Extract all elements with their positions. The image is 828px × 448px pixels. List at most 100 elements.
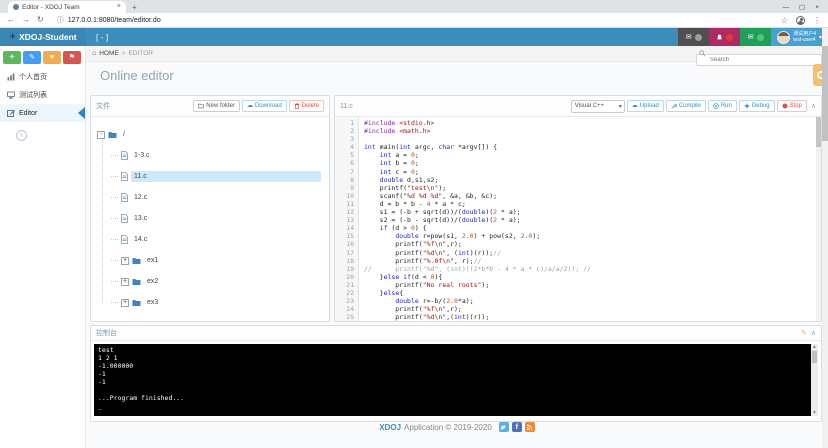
tree-row[interactable]: 13.c [97, 208, 325, 229]
code-line[interactable]: int b = 0; [364, 159, 821, 167]
scroll-down-icon[interactable]: ▼ [812, 410, 817, 416]
tree-item-label[interactable]: ex1 [144, 255, 161, 266]
reload-icon[interactable]: ↻ [37, 16, 44, 24]
expand-box-icon[interactable]: + [121, 278, 129, 286]
sidebar-item-editor[interactable]: Editor [0, 104, 85, 122]
tree-root-row[interactable]: -/ [97, 124, 325, 145]
upload-button[interactable]: ☁ Upload [627, 100, 664, 112]
tree-row[interactable]: 12.c [97, 187, 325, 208]
compile-button[interactable]: Compile [666, 100, 706, 112]
terminal[interactable]: test1 2 1-1.000000-1-1 ...Program finish… [94, 344, 818, 416]
console-collapse-icon[interactable]: ∧ [811, 330, 816, 337]
terminal-scrollbar-thumb[interactable] [812, 351, 817, 363]
tree-item-label[interactable]: 11.c [131, 171, 321, 182]
code-line[interactable]: #include <stdio.h> [364, 119, 821, 127]
tree-item-label[interactable]: ex2 [144, 276, 161, 287]
tree-item-label[interactable]: ex3 [144, 297, 161, 308]
window-maximize-button[interactable]: ▢ [799, 3, 805, 11]
tree-row[interactable]: + ex1 [97, 250, 325, 271]
run-button[interactable]: Run [708, 100, 737, 112]
browser-profile-icon[interactable] [796, 16, 805, 25]
tree-row[interactable]: + ex2 [97, 271, 325, 292]
expand-box-icon[interactable]: + [121, 299, 129, 307]
code-line[interactable]: if (d > 0) { [364, 224, 821, 232]
code-line[interactable]: #include <math.h> [364, 127, 821, 135]
code-line[interactable]: printf("test\n"); [364, 184, 821, 192]
window-close-button[interactable]: × [815, 4, 819, 11]
code-line[interactable]: printf("%.0f\n", r);// [364, 257, 821, 265]
favorite-button[interactable]: ♥ [43, 51, 61, 64]
edit-button[interactable]: ✎ [23, 51, 41, 64]
tree-item-label[interactable]: 14.c [131, 234, 150, 245]
scroll-up-icon[interactable]: ▲ [812, 344, 817, 350]
page-scrollbar-thumb[interactable] [822, 46, 828, 141]
tree-item-label[interactable]: / [120, 129, 128, 140]
sidebar-collapse-button[interactable]: ‹ [16, 130, 27, 141]
code-line[interactable]: double r=-b/(2.0*a); [364, 297, 821, 305]
editor-collapse-icon[interactable]: ∧ [811, 103, 816, 110]
code-line[interactable]: int a = 0; [364, 151, 821, 159]
code-line[interactable]: printf("No real roots"); [364, 281, 821, 289]
brand[interactable]: ✈ XDOJ-Student [0, 28, 86, 46]
code-line[interactable]: printf("%f\n",r); [364, 305, 821, 313]
back-icon[interactable]: ← [7, 16, 15, 24]
code-line[interactable]: printf("%d\n", (int)(r));// [364, 249, 821, 257]
code-line[interactable]: s1 = (-b + sqrt(d))/(double)(2 * a); [364, 208, 821, 216]
language-select[interactable]: Visual C++ ▾ [571, 100, 625, 113]
notifications-menu[interactable] [709, 28, 740, 46]
tab-close-icon[interactable]: × [117, 4, 121, 10]
sidebar-item-home[interactable]: 个人首页 [0, 68, 85, 86]
tree-row[interactable]: 1-3.c [97, 145, 325, 166]
terminal-scrollbar[interactable]: ▲ ▼ [811, 344, 818, 416]
tree-item-label[interactable]: 13.c [131, 213, 150, 224]
user-menu[interactable]: 测试用户4 test-user4 ▾ [771, 28, 828, 46]
bookmark-star-icon[interactable]: ☆ [781, 16, 788, 25]
page-scrollbar[interactable] [822, 28, 828, 448]
tree-item-label[interactable]: 12.c [131, 192, 150, 203]
tree-row[interactable]: 14.c [97, 229, 325, 250]
search-input[interactable] [696, 54, 822, 66]
code-line[interactable]: printf("%d\n",(int)(r)); [364, 313, 821, 321]
code-line[interactable]: scanf("%d %d %d", &a, &b, &c); [364, 192, 821, 200]
flag-button[interactable]: ⚑ [63, 51, 81, 64]
code-line[interactable]: double d,s1,s2; [364, 176, 821, 184]
download-button[interactable]: ☁ Download [242, 100, 287, 112]
editor-scrollbar-thumb[interactable] [816, 117, 821, 147]
code-editor[interactable]: 1234567891011121314151617181920212223242… [335, 117, 821, 321]
editor-scrollbar[interactable] [816, 117, 821, 321]
browser-tab[interactable]: Editor - XDOJ Team × [8, 1, 126, 13]
address-bar[interactable]: ⓘ 127.0.0.1:8080/team/editor.do [51, 14, 774, 26]
tree-item-label[interactable]: 1-3.c [131, 150, 153, 161]
delete-button[interactable]: Delete [289, 100, 324, 112]
browser-menu-icon[interactable]: ⋮ [813, 16, 821, 25]
sidebar-item-tests[interactable]: 测试列表 [0, 86, 85, 104]
code-line[interactable]: int c = 0; [364, 168, 821, 176]
breadcrumb-home[interactable]: HOME [99, 50, 119, 57]
code-line[interactable]: }else if(d < 0){ [364, 273, 821, 281]
mail-menu[interactable]: ✉ [740, 28, 771, 46]
code-line[interactable]: printf("%f\n",r); [364, 240, 821, 248]
site-info-icon[interactable]: ⓘ [57, 15, 64, 25]
code-line[interactable]: d = b * b - 4 * a * c; [364, 200, 821, 208]
code-line[interactable]: }else{ [364, 289, 821, 297]
debug-button[interactable]: Debug [739, 100, 775, 112]
tree-row[interactable]: + ex3 [97, 292, 325, 313]
code-line[interactable]: int main(int argc, char *argv[]) { [364, 143, 821, 151]
expand-box-icon[interactable]: + [121, 257, 129, 265]
new-folder-button[interactable]: New folder [193, 100, 240, 112]
rss-icon[interactable] [525, 422, 535, 432]
code-line[interactable]: double r=pow(s1, 2.0) + pow(s2, 2.0); [364, 232, 821, 240]
code-line[interactable]: // printf("%d", (int)((2*b*b - 4 * a * c… [364, 265, 821, 273]
code-line[interactable] [364, 135, 821, 143]
code-line[interactable]: s2 = (-b - sqrt(d))/(double)(2 * a); [364, 216, 821, 224]
messages-menu[interactable]: ✉ [678, 28, 709, 46]
pencil-icon[interactable]: ✎ [801, 330, 807, 337]
send-button[interactable]: ✈ [3, 51, 21, 64]
window-minimize-button[interactable]: — [783, 4, 790, 11]
stop-button[interactable]: Stop [777, 100, 807, 112]
new-tab-button[interactable]: + [132, 3, 137, 13]
collapse-box-icon[interactable]: - [97, 131, 105, 139]
forward-icon[interactable]: → [22, 16, 30, 24]
tree-row[interactable]: 11.c [97, 166, 325, 187]
facebook-icon[interactable]: f [512, 422, 522, 432]
